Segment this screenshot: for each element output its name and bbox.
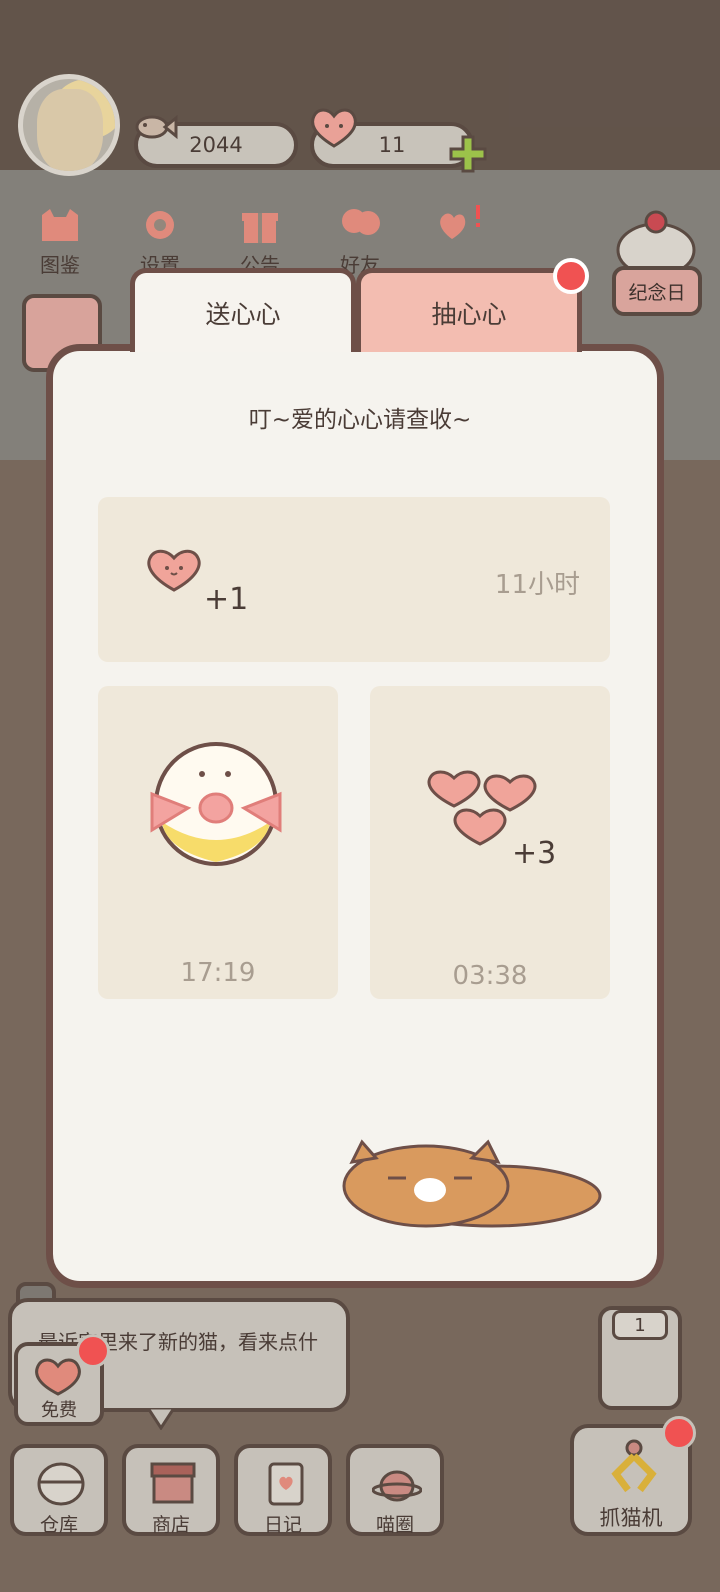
gift-egg-icon bbox=[150, 742, 282, 866]
speech-tail bbox=[148, 1408, 174, 1430]
nav-shop[interactable]: 商店 bbox=[122, 1444, 220, 1536]
anniversary-label: 纪念日 bbox=[628, 281, 686, 304]
nav-hearts[interactable] bbox=[425, 205, 495, 249]
shop-icon bbox=[150, 1462, 196, 1504]
nav-catalog[interactable]: 图鉴 bbox=[25, 205, 95, 278]
avatar-face bbox=[37, 89, 103, 171]
friends-icon bbox=[342, 209, 380, 235]
dialog-title: 叮~爱的心心请查收~ bbox=[248, 407, 472, 433]
heart-icon bbox=[35, 1358, 81, 1396]
nav-diary[interactable]: 日记 bbox=[234, 1444, 332, 1536]
floor-number: 1 bbox=[612, 1310, 668, 1340]
countdown-text: 11小时 bbox=[494, 570, 580, 600]
heart-count: 11 bbox=[378, 133, 406, 157]
anniversary-button[interactable]: 纪念日 bbox=[612, 266, 702, 316]
free-label: 免费 bbox=[41, 1400, 77, 1421]
free-badge bbox=[76, 1334, 110, 1368]
nav-cat-circle[interactable]: 喵圈 bbox=[346, 1444, 444, 1536]
cat-head-icon bbox=[42, 209, 78, 241]
nav-storage-label: 仓库 bbox=[39, 1514, 78, 1536]
cat-planet-icon bbox=[372, 1470, 422, 1502]
nav-cat-circle-label: 喵圈 bbox=[375, 1514, 414, 1536]
avatar[interactable] bbox=[18, 74, 120, 176]
claw-badge bbox=[662, 1416, 696, 1450]
nav-storage[interactable]: 仓库 bbox=[10, 1444, 108, 1536]
gift-icon bbox=[242, 213, 278, 243]
storage-icon bbox=[37, 1462, 85, 1506]
sleeping-cat-icon bbox=[342, 1139, 602, 1228]
notification-badge bbox=[553, 258, 589, 294]
heart-icon bbox=[147, 549, 201, 592]
add-hearts-button[interactable] bbox=[448, 134, 488, 174]
nav-diary-label: 日记 bbox=[263, 1514, 302, 1536]
tab-send-label: 送心心 bbox=[205, 299, 281, 329]
tab-draw-label: 抽心心 bbox=[431, 299, 507, 329]
egg-time: 17:19 bbox=[180, 958, 256, 988]
hearts-icon bbox=[440, 205, 480, 239]
heart-icon bbox=[311, 108, 357, 148]
tab-draw-hearts[interactable]: 抽心心 bbox=[356, 268, 582, 352]
fish-count: 2044 bbox=[189, 133, 243, 157]
tab-send-hearts[interactable]: 送心心 bbox=[130, 268, 356, 352]
nav-shop-label: 商店 bbox=[151, 1514, 190, 1536]
nav-catalog-label: 图鉴 bbox=[40, 253, 80, 277]
gear-icon bbox=[146, 211, 174, 239]
hearts-time: 03:38 bbox=[452, 961, 528, 991]
diary-icon bbox=[268, 1462, 304, 1506]
claw-icon bbox=[611, 1439, 657, 1493]
fish-icon bbox=[135, 114, 178, 140]
hearts-amount: +3 bbox=[512, 836, 557, 871]
claw-label: 抓猫机 bbox=[599, 1506, 663, 1530]
heart-amount: +1 bbox=[204, 582, 249, 617]
